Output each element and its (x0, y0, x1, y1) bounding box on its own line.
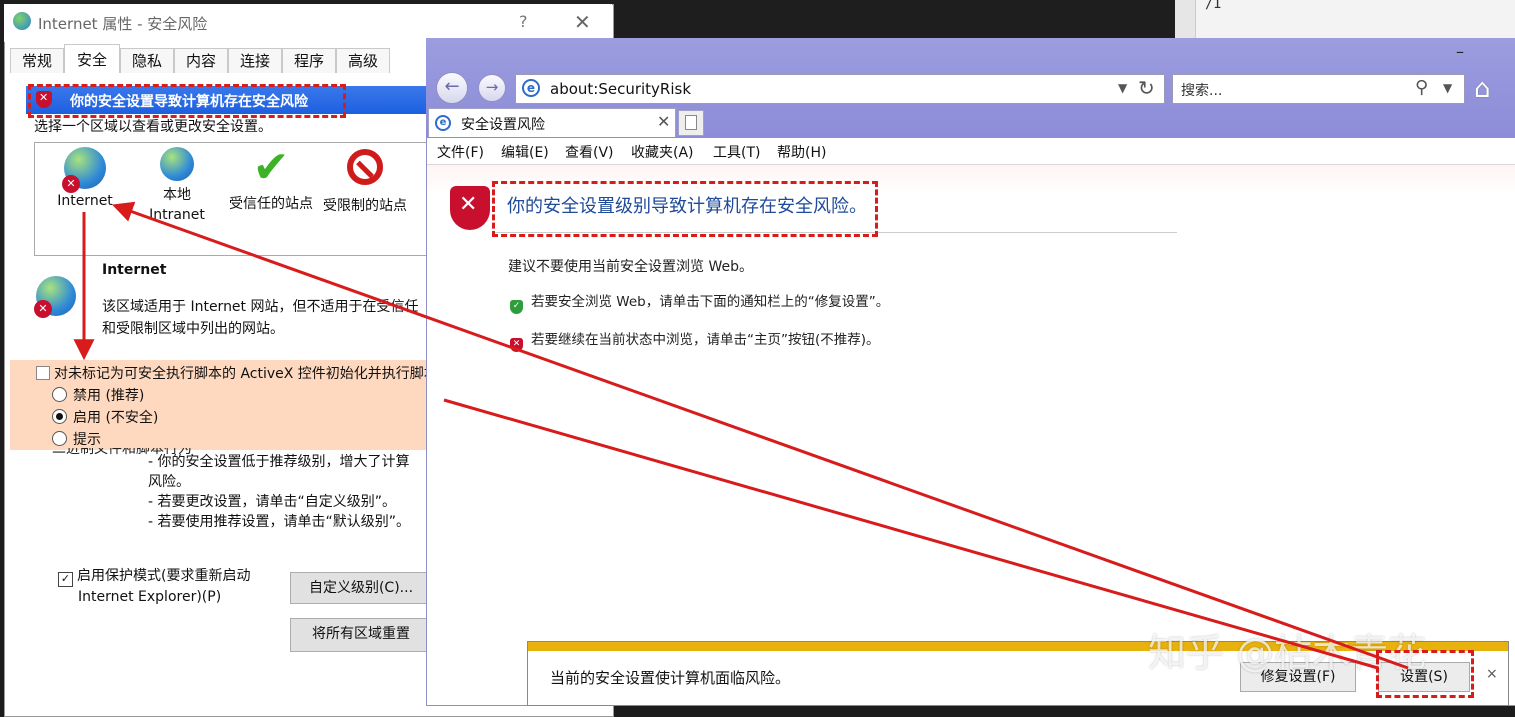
new-tab-icon (685, 115, 697, 130)
back-arrow-icon: ← (444, 76, 460, 97)
radio-selected-icon[interactable] (52, 409, 67, 424)
dialog-title: Internet 属性 - 安全风险 (38, 15, 208, 33)
zone-info-title: Internet (102, 262, 167, 278)
zone-list: ✕ Internet 本地 Intranet ✔ 受信任的站点 受限制的站点 (34, 142, 431, 256)
dialog-close-button[interactable]: ✕ (574, 10, 591, 34)
advice-text: 建议不要使用当前安全设置浏览 Web。 (508, 259, 753, 275)
tab-privacy[interactable]: 隐私 (120, 48, 174, 73)
chevron-down-icon[interactable]: ▼ (1118, 81, 1127, 95)
annotation-box (492, 181, 878, 237)
new-tab-button[interactable] (678, 110, 704, 136)
local-intranet-icon (160, 147, 194, 181)
tip-text: 若要安全浏览 Web，请单击下面的通知栏上的“修复设置”。 (531, 294, 890, 310)
tab-content[interactable]: 内容 (174, 48, 228, 73)
setting-icon (36, 366, 50, 380)
search-icon[interactable]: ⚲ (1415, 77, 1428, 98)
address-text[interactable]: about:SecurityRisk (550, 80, 691, 98)
checkbox-label: Internet Explorer)(P) (78, 589, 222, 605)
shield-error-icon: ✕ (510, 338, 523, 352)
ie-globe-icon (13, 12, 31, 30)
tip-text: 若要继续在当前状态中浏览，请单击“主页”按钮(不推荐)。 (531, 332, 880, 348)
option-enable[interactable]: 启用 (不安全) (52, 407, 158, 427)
home-icon[interactable]: ⌂ (1474, 74, 1491, 104)
level-line: - 若要使用推荐设置，请单击“默认级别”。 (148, 514, 411, 530)
annotation-box (28, 84, 346, 118)
dialog-titlebar: Internet 属性 - 安全风险 ? ✕ (4, 4, 612, 42)
globe-risk-icon: ✕ (34, 276, 76, 318)
chevron-down-icon[interactable]: ▼ (1443, 81, 1452, 95)
notification-message: 当前的安全设置使计算机面临风险。 (550, 669, 791, 687)
editor-scrollbar[interactable] (1175, 0, 1196, 40)
help-button[interactable]: ? (519, 12, 528, 31)
editor-background: /I (1175, 0, 1515, 40)
reset-all-zones-button[interactable]: 将所有区域重置 (290, 618, 432, 652)
zone-local-intranet[interactable]: 本地 Intranet (127, 147, 227, 225)
zone-label: 受信任的站点 (229, 196, 313, 212)
option-label: 启用 (不安全) (73, 410, 159, 426)
zone-label: 本地 Intranet (149, 187, 205, 223)
ie-logo-icon: e (522, 79, 540, 97)
zone-restricted[interactable]: 受限制的站点 (315, 147, 415, 215)
zone-prompt: 选择一个区域以查看或更改安全设置。 (34, 119, 272, 135)
tab-security[interactable]: 安全 (64, 44, 120, 73)
close-notification-icon[interactable]: × (1486, 666, 1498, 682)
forward-arrow-icon: → (485, 78, 499, 96)
menu-bar: 文件(F) 编辑(E) 查看(V) 收藏夹(A) 工具(T) 帮助(H) (427, 138, 1515, 165)
shield-error-icon (450, 186, 490, 230)
annotation-box (1376, 650, 1474, 698)
tab-general[interactable]: 常规 (10, 48, 64, 73)
tab-title: 安全设置风险 (461, 117, 545, 133)
back-button[interactable]: ← (436, 72, 468, 104)
checkbox-checked-icon[interactable]: ✓ (58, 572, 73, 587)
protected-mode-checkbox[interactable]: ✓ 启用保护模式(要求重新启动 Internet Explorer)(P) (58, 566, 250, 607)
zone-label: Internet (57, 193, 113, 209)
radio-icon[interactable] (52, 387, 67, 402)
search-box[interactable]: 搜索... ⚲ ▼ (1172, 74, 1465, 104)
menu-view[interactable]: 查看(V) (565, 142, 614, 162)
menu-tools[interactable]: 工具(T) (713, 142, 760, 162)
browser-tab[interactable]: e 安全设置风险 ✕ (428, 108, 676, 137)
menu-file[interactable]: 文件(F) (437, 142, 484, 162)
globe-risk-icon: ✕ (62, 147, 106, 193)
menu-edit[interactable]: 编辑(E) (501, 142, 549, 162)
restricted-icon (344, 149, 386, 191)
ie-logo-icon: e (435, 115, 451, 131)
editor-text: /I (1205, 0, 1222, 12)
zone-info-description: 该区域适用于 Internet 网站，但不适用于在受信任和受限制区域中列出的网站… (102, 299, 419, 337)
zone-trusted[interactable]: ✔ 受信任的站点 (221, 142, 321, 213)
checkbox-label: 启用保护模式(要求重新启动 (77, 568, 251, 584)
option-label: 提示 (73, 432, 101, 448)
tip-continue: ✕ 若要继续在当前状态中浏览，请单击“主页”按钮(不推荐)。 (510, 328, 880, 352)
menu-favorites[interactable]: 收藏夹(A) (631, 142, 694, 162)
option-prompt[interactable]: 提示 (52, 429, 101, 449)
activex-setting-header: 对未标记为可安全执行脚本的 ActiveX 控件初始化并执行脚本 (不安全 (54, 366, 490, 382)
level-line: - 你的安全设置低于推荐级别，增大了计算 (148, 454, 410, 470)
radio-icon[interactable] (52, 431, 67, 446)
zone-label: 受限制的站点 (323, 198, 407, 214)
level-line: - 若要更改设置，请单击“自定义级别”。 (148, 494, 397, 510)
address-bar[interactable]: e about:SecurityRisk ▼ ↻ (515, 74, 1165, 104)
search-input[interactable]: 搜索... (1181, 80, 1222, 100)
close-tab-icon[interactable]: ✕ (657, 112, 670, 131)
tab-advanced[interactable]: 高级 (336, 48, 390, 73)
tab-programs[interactable]: 程序 (282, 48, 336, 73)
trusted-check-icon: ✔ (252, 142, 290, 193)
minimize-button[interactable]: – (1456, 42, 1464, 61)
zone-internet[interactable]: ✕ Internet (35, 147, 135, 209)
tip-fix: ✓ 若要安全浏览 Web，请单击下面的通知栏上的“修复设置”。 (510, 290, 889, 314)
menu-help[interactable]: 帮助(H) (777, 142, 826, 162)
level-line: 风险。 (148, 474, 190, 490)
option-disable[interactable]: 禁用 (推荐) (52, 385, 144, 405)
security-level-text: - 你的安全设置低于推荐级别，增大了计算 风险。 - 若要更改设置，请单击“自定… (148, 452, 410, 532)
option-label: 禁用 (推荐) (73, 388, 145, 404)
tab-connections[interactable]: 连接 (228, 48, 282, 73)
custom-level-button[interactable]: 自定义级别(C)... (290, 572, 432, 604)
forward-button[interactable]: → (478, 74, 506, 102)
refresh-icon[interactable]: ↻ (1138, 76, 1155, 100)
shield-ok-icon: ✓ (510, 300, 523, 314)
